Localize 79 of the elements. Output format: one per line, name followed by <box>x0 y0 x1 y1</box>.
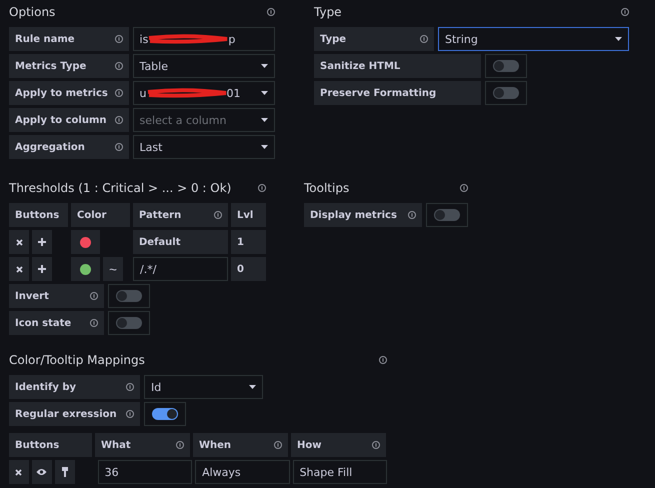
input-field[interactable]: 36 <box>98 460 192 484</box>
info-icon <box>379 356 387 364</box>
pattern-label: Default <box>133 230 228 254</box>
field-value: p <box>228 32 236 46</box>
close-icon[interactable] <box>9 230 29 254</box>
section-title: Color/Tooltip Mappings <box>9 353 145 367</box>
field-label: Icon state <box>9 311 104 335</box>
field-value: Shape Fill <box>300 466 352 478</box>
color-picker[interactable] <box>71 257 100 281</box>
placeholder-text: select a column <box>140 114 226 126</box>
caret-icon <box>261 91 268 95</box>
info-icon <box>460 184 468 192</box>
toggle-switch[interactable] <box>108 311 150 335</box>
input-field[interactable]: is p <box>132 27 275 51</box>
regex-toggle-button[interactable]: ~ <box>103 257 123 281</box>
field-value: Always <box>202 466 241 478</box>
select-field[interactable]: Table <box>132 54 275 78</box>
column-header: Pattern <box>133 203 228 227</box>
section-title: Tooltips <box>304 181 350 195</box>
caret-icon <box>249 385 256 389</box>
info-icon <box>258 184 266 192</box>
field-label: Display metrics <box>304 203 422 227</box>
field-value: 01 <box>226 86 241 100</box>
paint-brush-icon[interactable] <box>54 460 75 484</box>
info-icon <box>267 8 275 16</box>
field-value: u <box>140 86 147 100</box>
close-icon[interactable] <box>9 257 29 281</box>
eye-icon[interactable] <box>32 460 52 484</box>
table-cell: 0 <box>231 257 266 281</box>
field-label: Apply to column <box>9 108 129 132</box>
column-header: Buttons <box>9 203 68 227</box>
toggle-switch[interactable] <box>144 402 186 426</box>
field-label: Sanitize HTML <box>314 54 481 78</box>
section-title: Type <box>314 5 342 19</box>
toggle-switch[interactable] <box>485 81 527 105</box>
plus-icon[interactable] <box>32 257 52 281</box>
field-value: is <box>140 32 148 46</box>
caret-icon <box>261 118 268 122</box>
field-value: Id <box>151 380 162 394</box>
select-field[interactable]: u 01 <box>132 81 275 105</box>
caret-icon <box>615 37 622 41</box>
field-value: Last <box>140 140 162 154</box>
field-label: Invert <box>9 284 104 308</box>
column-header: Buttons <box>9 433 92 457</box>
column-header: What <box>95 433 190 457</box>
toggle-switch[interactable] <box>485 54 527 78</box>
field-label: Metrics Type <box>9 54 129 78</box>
column-header: When <box>193 433 288 457</box>
column-header: How <box>291 433 386 457</box>
select-field[interactable]: Always <box>195 460 290 484</box>
table-cell: 1 <box>231 230 266 254</box>
section-title: Thresholds (1 : Critical > ... > 0 : Ok) <box>9 181 232 195</box>
field-label: Preserve Formatting <box>314 81 481 105</box>
column-header: Color <box>71 203 130 227</box>
field-label: Type <box>314 27 434 51</box>
field-value: 36 <box>104 466 119 478</box>
plus-icon[interactable] <box>32 230 52 254</box>
info-icon <box>621 8 629 16</box>
select-field[interactable]: Shape Fill <box>292 460 388 484</box>
select-field[interactable]: select a column <box>132 108 275 132</box>
color-picker[interactable] <box>71 230 100 254</box>
field-label: Apply to metrics <box>9 81 129 105</box>
field-label: Rule name <box>9 27 129 51</box>
field-label: Aggregation <box>9 135 129 159</box>
select-field[interactable]: String <box>438 27 629 51</box>
close-icon[interactable] <box>9 460 29 484</box>
caret-icon <box>261 145 268 149</box>
field-label: Identify by <box>9 375 140 399</box>
toggle-switch[interactable] <box>426 203 468 227</box>
toggle-switch[interactable] <box>108 284 150 308</box>
select-field[interactable]: Id <box>144 375 263 399</box>
caret-icon <box>261 64 268 68</box>
section-title: Options <box>9 5 56 19</box>
field-value: String <box>445 32 478 46</box>
column-header: Lvl <box>231 203 266 227</box>
field-label: Regular exression <box>9 402 140 426</box>
select-field[interactable]: Last <box>132 135 275 159</box>
field-value: Table <box>140 60 168 72</box>
pattern-field[interactable]: /.*/ <box>133 257 228 281</box>
